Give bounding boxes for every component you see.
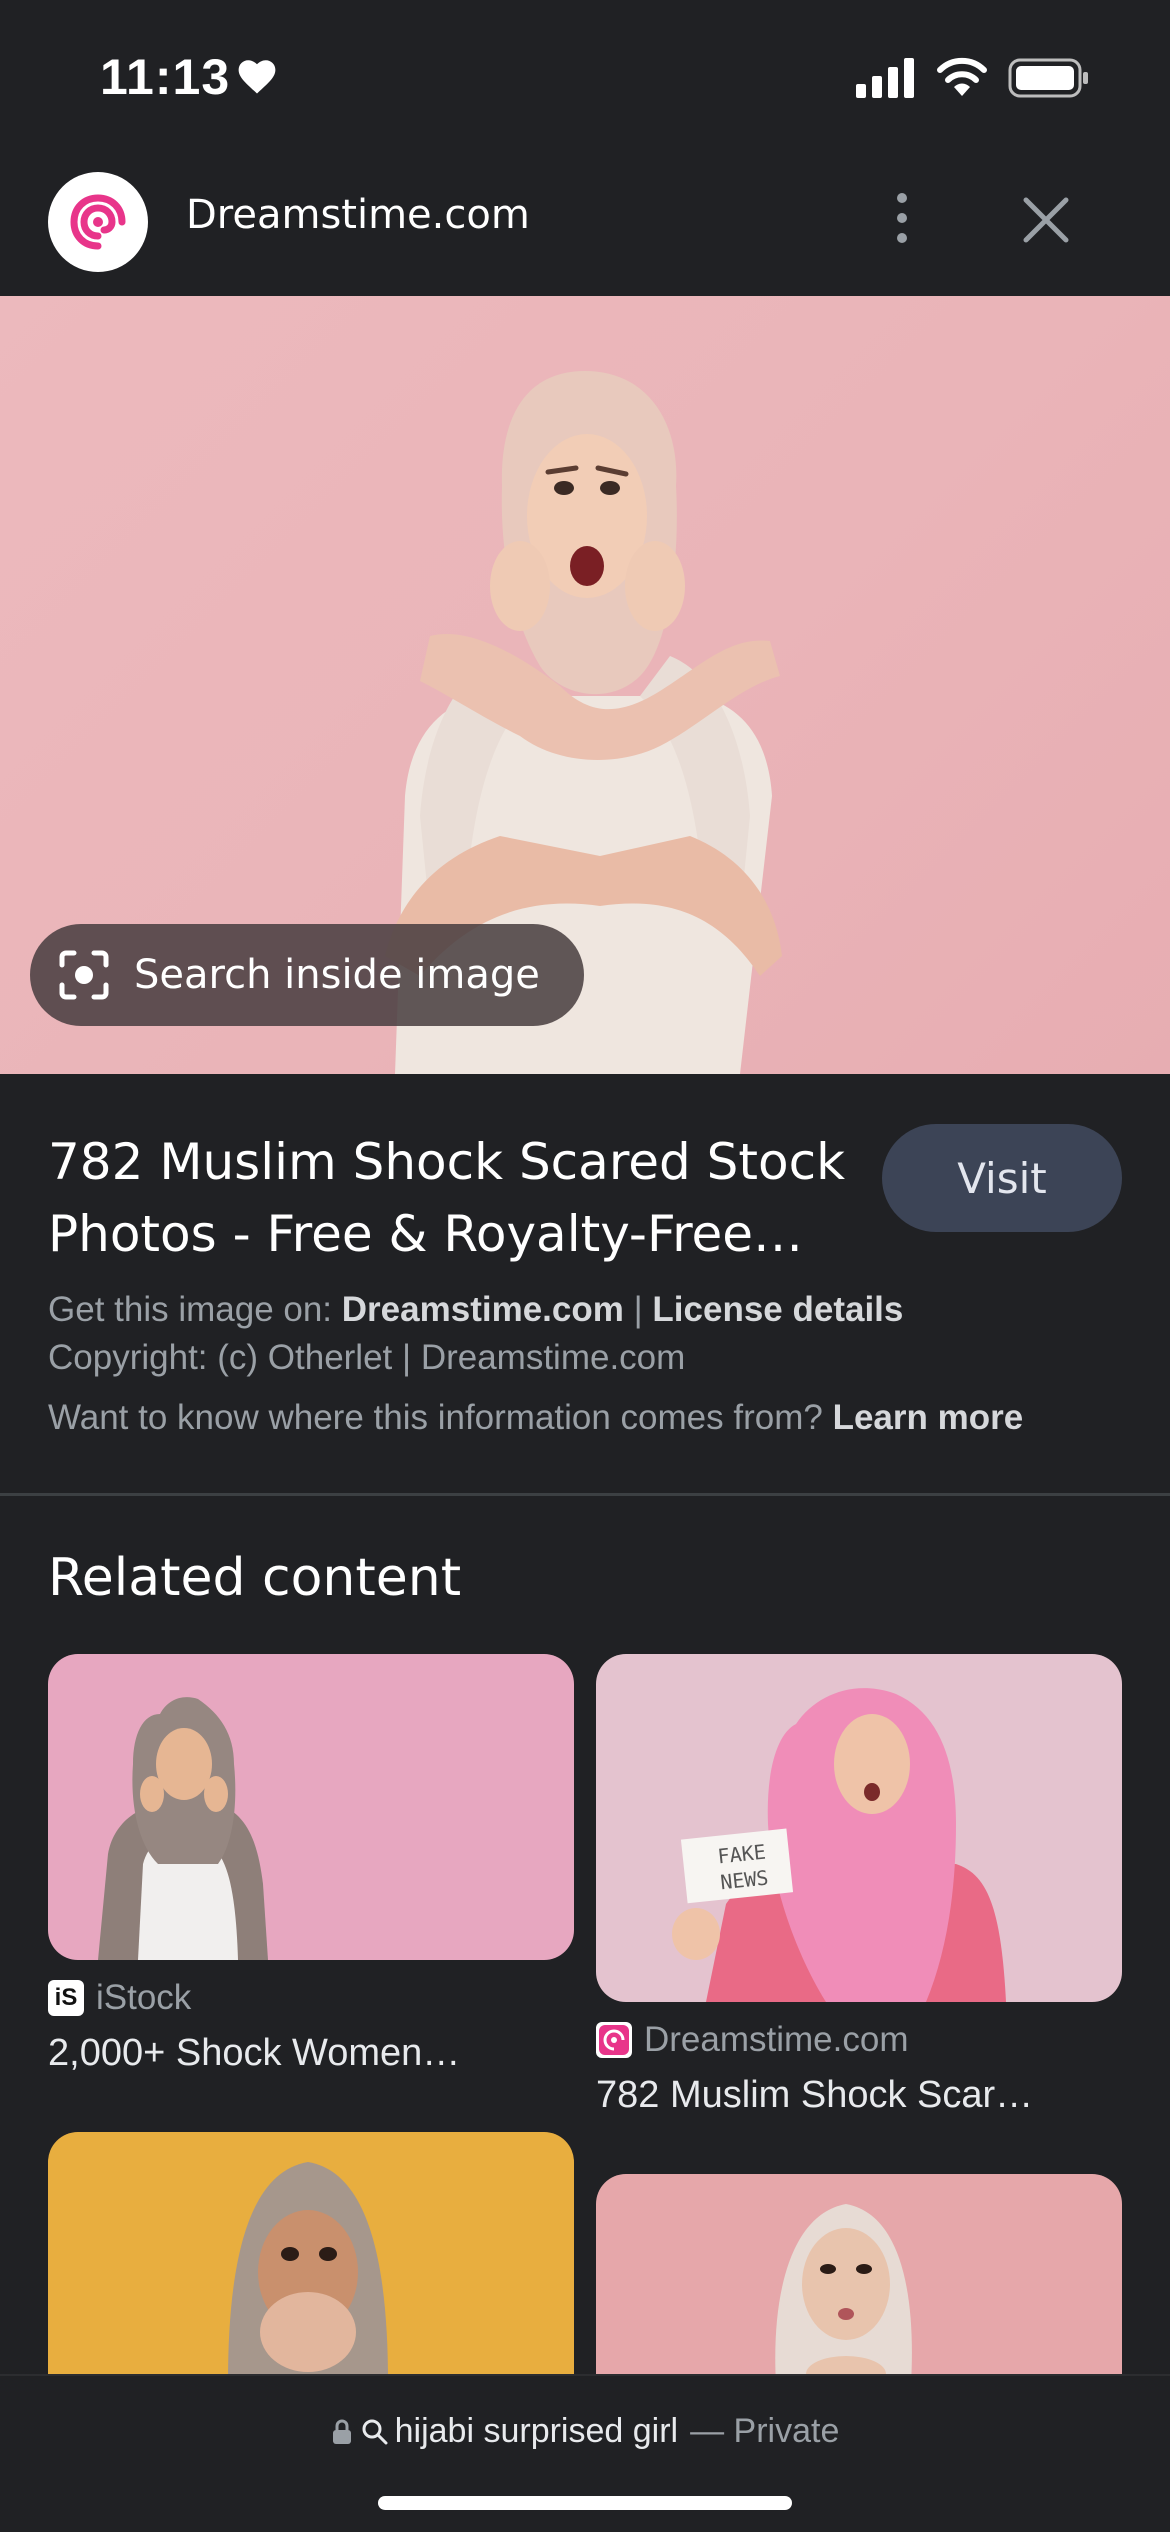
bottom-address-bar[interactable]: hijabi surprised girl — Private: [0, 2374, 1170, 2532]
private-label: — Private: [690, 2412, 840, 2450]
lens-icon: [59, 950, 109, 1000]
related-thumbnail[interactable]: [48, 2132, 574, 2382]
search-inside-image-button[interactable]: Search inside image: [30, 924, 584, 1026]
related-thumbnail[interactable]: [48, 1654, 574, 1960]
copyright-text: Copyright: (c) Otherlet | Dreamstime.com: [48, 1338, 686, 1377]
get-image-source-link[interactable]: Dreamstime.com: [342, 1290, 624, 1329]
related-card[interactable]: [48, 2132, 574, 2382]
info-question: Want to know where this information come…: [48, 1398, 823, 1437]
cellular-signal-icon: [856, 58, 914, 98]
search-icon: [362, 2419, 388, 2444]
visit-button[interactable]: Visit: [882, 1124, 1122, 1232]
related-card[interactable]: FAKE NEWS Dreamstime.com 782 Muslim Shoc…: [596, 1654, 1122, 2117]
search-query: hijabi surprised girl: [394, 2412, 679, 2450]
get-image-line: Get this image on: Dreamstime.com | Lice…: [48, 1290, 903, 1330]
wifi-icon: [937, 57, 987, 96]
related-card[interactable]: [596, 2174, 1122, 2384]
related-thumbnail[interactable]: [596, 2174, 1122, 2384]
status-bar: 11:13: [0, 0, 1170, 150]
sign-text: FAKE NEWS: [705, 1837, 780, 1896]
related-source: iS iStock: [48, 1978, 574, 2018]
search-inside-image-label: Search inside image: [134, 952, 540, 998]
site-logo[interactable]: [48, 172, 148, 272]
image-info-panel: 782 Muslim Shock Scared Stock Photos - F…: [0, 1074, 1170, 1496]
lock-icon: [332, 2419, 351, 2444]
related-image-woman-yellow: [228, 2162, 388, 2382]
image-title[interactable]: 782 Muslim Shock Scared Stock Photos - F…: [48, 1126, 868, 1270]
license-details-link[interactable]: License details: [652, 1290, 903, 1329]
dreamstime-logo-icon: [64, 188, 132, 256]
learn-more-link[interactable]: Learn more: [833, 1398, 1024, 1437]
related-title[interactable]: 782 Muslim Shock Scar…: [596, 2074, 1122, 2117]
istock-icon: iS: [48, 1980, 84, 2016]
heart-icon: [238, 60, 276, 94]
related-card[interactable]: iS iStock 2,000+ Shock Women…: [48, 1654, 574, 2075]
dreamstime-icon: [596, 2022, 632, 2058]
close-icon[interactable]: [1016, 190, 1076, 250]
get-image-prefix: Get this image on:: [48, 1290, 333, 1329]
related-source-label: Dreamstime.com: [644, 2020, 909, 2059]
related-image-woman: [98, 1697, 268, 1960]
related-title[interactable]: 2,000+ Shock Women…: [48, 2032, 574, 2075]
related-image-woman-sign: [672, 1688, 1006, 2002]
battery-icon: [1008, 58, 1088, 98]
info-source-line: Want to know where this information come…: [48, 1398, 1023, 1438]
related-content-heading: Related content: [48, 1548, 462, 1608]
related-source-label: iStock: [96, 1978, 192, 2017]
status-time: 11:13: [100, 49, 231, 105]
address-display[interactable]: hijabi surprised girl — Private: [0, 2412, 1170, 2451]
related-thumbnail[interactable]: FAKE NEWS: [596, 1654, 1122, 2002]
home-indicator[interactable]: [378, 2496, 792, 2510]
more-options-icon[interactable]: [880, 188, 924, 248]
site-name[interactable]: Dreamstime.com: [186, 192, 530, 238]
dreamstime-small-logo-icon: [599, 2025, 629, 2055]
main-image[interactable]: Search inside image: [0, 296, 1170, 1074]
viewer-header: Dreamstime.com: [0, 150, 1170, 296]
related-source: Dreamstime.com: [596, 2020, 1122, 2060]
related-image-woman-kiss: [775, 2204, 912, 2384]
separator: |: [633, 1290, 643, 1329]
